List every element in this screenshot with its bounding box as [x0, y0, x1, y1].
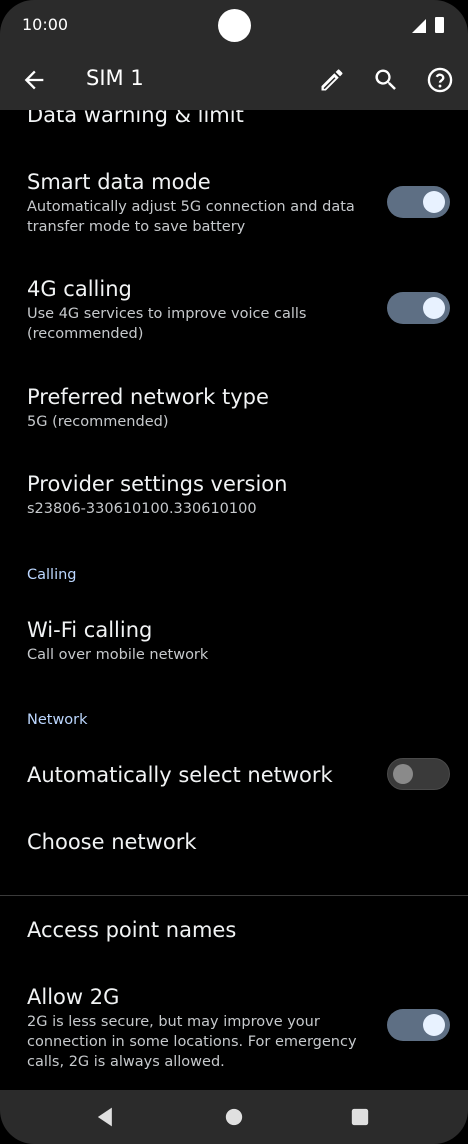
page-title: SIM 1 [86, 66, 144, 90]
toggle-knob [423, 191, 445, 213]
item-title: Allow 2G [27, 985, 120, 1009]
item-title: Preferred network type [27, 385, 269, 409]
item-title: Wi-Fi calling [27, 618, 153, 642]
item-choose-network[interactable]: Choose network [27, 829, 377, 855]
item-preferred-network-type[interactable]: Preferred network type 5G (recommended) [27, 384, 377, 432]
toggle-knob [423, 297, 445, 319]
search-icon[interactable] [372, 66, 400, 94]
item-subtitle: Use 4G services to improve voice calls (… [27, 306, 307, 342]
item-wifi-calling[interactable]: Wi-Fi calling Call over mobile network [27, 617, 377, 665]
camera-cutout [218, 9, 251, 42]
settings-list: Data warning & limit Smart data mode Aut… [0, 110, 468, 1090]
item-title: Provider settings version [27, 472, 288, 496]
divider [0, 895, 468, 896]
item-title: 4G calling [27, 277, 132, 301]
toggle-knob [423, 1014, 445, 1036]
arrow-back-icon[interactable] [20, 66, 48, 94]
4g-calling-toggle[interactable] [387, 292, 450, 324]
section-header-network: Network [27, 712, 88, 728]
item-title: Data warning & limit [27, 110, 244, 127]
item-smart-data-mode[interactable]: Smart data mode Automatically adjust 5G … [27, 169, 377, 237]
status-bar: 10:00 [0, 0, 468, 50]
status-time: 10:00 [22, 15, 69, 34]
item-allow-2g[interactable]: Allow 2G 2G is less secure, but may impr… [27, 984, 377, 1072]
item-subtitle: s23806-330610100.330610100 [27, 501, 257, 517]
pencil-icon[interactable] [318, 66, 346, 94]
item-title: Choose network [27, 830, 197, 854]
item-title: Automatically select network [27, 763, 333, 787]
item-4g-calling[interactable]: 4G calling Use 4G services to improve vo… [27, 276, 377, 344]
item-subtitle: Call over mobile network [27, 647, 209, 663]
battery-icon [435, 17, 444, 33]
item-auto-select-network[interactable]: Automatically select network [27, 762, 377, 788]
section-header-calling: Calling [27, 567, 77, 583]
item-provider-settings-version[interactable]: Provider settings version s23806-3306101… [27, 471, 377, 519]
allow-2g-toggle[interactable] [387, 1009, 450, 1041]
signal-icon [412, 19, 426, 33]
item-subtitle: 2G is less secure, but may improve your … [27, 1014, 357, 1070]
phone-screen: 10:00 SIM 1 Data warning & limit Smart d… [0, 0, 468, 1144]
item-subtitle: Automatically adjust 5G connection and d… [27, 199, 355, 235]
auto-select-network-toggle[interactable] [387, 758, 450, 790]
triangle-back-icon[interactable] [92, 1103, 120, 1131]
app-bar: SIM 1 [0, 50, 468, 110]
circle-home-icon[interactable] [220, 1103, 248, 1131]
navigation-bar [0, 1090, 468, 1144]
smart-data-mode-toggle[interactable] [387, 186, 450, 218]
item-data-warning[interactable]: Data warning & limit [27, 110, 377, 128]
toggle-knob [393, 764, 413, 784]
item-access-point-names[interactable]: Access point names [27, 917, 377, 943]
help-icon[interactable] [426, 66, 454, 94]
item-subtitle: 5G (recommended) [27, 414, 169, 430]
square-recents-icon[interactable] [346, 1103, 374, 1131]
item-title: Smart data mode [27, 170, 211, 194]
item-title: Access point names [27, 918, 237, 942]
